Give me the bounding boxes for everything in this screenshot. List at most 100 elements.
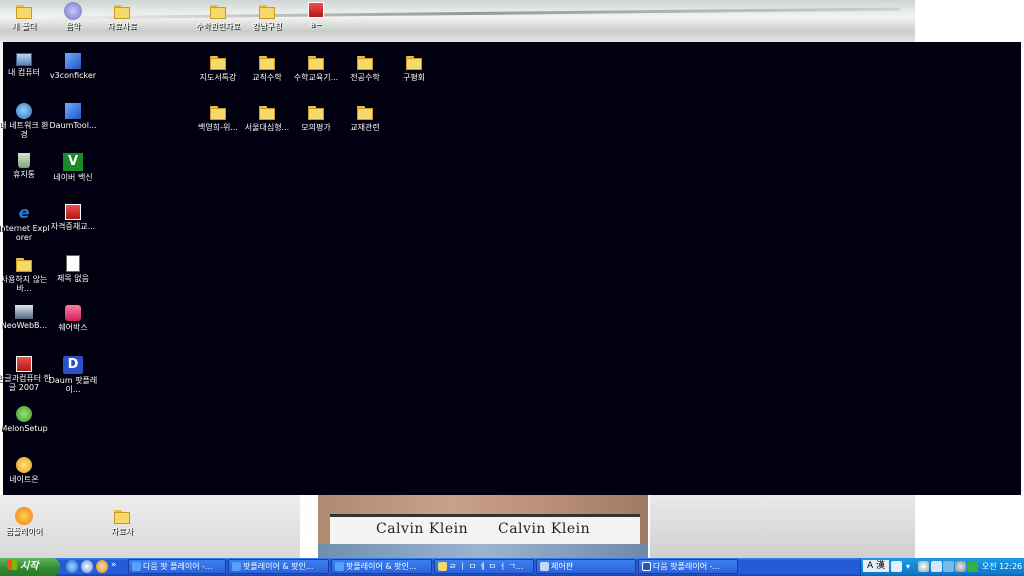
desktop-icon-label: 모의평가	[301, 123, 331, 132]
start-button[interactable]: 시작	[0, 558, 60, 576]
folder-icon	[14, 255, 34, 273]
desktop-icon-label: 지도서특강	[199, 73, 237, 82]
ie-task-icon	[232, 562, 241, 571]
desktop-icon-top-1[interactable]: 음악	[45, 2, 101, 31]
quicklaunch-ie-icon[interactable]	[66, 560, 78, 573]
desktop-folder-4[interactable]: 구평회	[386, 53, 442, 82]
desktop-icon-label: 곰플레이어	[5, 527, 43, 536]
music-icon	[64, 2, 82, 20]
taskbar-task-1[interactable]: 팟플레이어 & 팟인...	[228, 559, 329, 574]
wallpaper-brand-right: Calvin Klein	[498, 521, 591, 537]
desktop-icon-label: 자료사료	[107, 22, 137, 31]
desktop-icon-label: 구평회	[402, 73, 426, 82]
desktop-icon-label: 음악	[65, 22, 81, 31]
clock: 오전 12:26	[981, 562, 1023, 571]
desktop-icon-melonsetup[interactable]: MelonSetup	[0, 406, 52, 433]
desktop-icon-label: 백영희-위...	[198, 123, 238, 132]
desktop-icon-label: 제목 없음	[57, 274, 89, 283]
ime-options-icon[interactable]	[891, 561, 902, 572]
document-icon	[308, 2, 324, 18]
task-label: 팟플레이어 & 팟인...	[243, 562, 314, 571]
taskbar-task-2[interactable]: 팟플레이어 & 팟인...	[331, 559, 432, 574]
desktop-icon-label: Daum 팟플레이...	[48, 376, 98, 394]
black-overlay-window	[3, 42, 1021, 495]
sharebox-icon	[65, 305, 81, 321]
melon-icon	[16, 406, 32, 422]
desktop-folder-1[interactable]: 교직수학	[239, 53, 295, 82]
network-icon	[16, 103, 32, 119]
control-panel-task-icon	[540, 562, 549, 571]
desktop-icon-daum-potplayer[interactable]: D Daum 팟플레이...	[45, 356, 101, 394]
internet-explorer-icon: e	[18, 203, 30, 222]
desktop-icon-label: 서울대심형...	[244, 123, 290, 132]
quicklaunch-app-icon[interactable]	[96, 560, 108, 573]
task-label: 제어판	[551, 562, 574, 571]
taskbar-task-3[interactable]: ㄹ ㅣ ㅁ ㅔ ㅁ ㅓ ㄱ...	[434, 559, 534, 574]
quicklaunch-more-icon[interactable]: »	[111, 560, 119, 573]
taskbar-task-5[interactable]: 다음 팟플레이어 -...	[638, 559, 738, 574]
desktop-icon-daumtool[interactable]: DaumTool...	[45, 103, 101, 130]
wallpaper-brand-left: Calvin Klein	[376, 521, 469, 537]
folder-icon	[208, 53, 228, 71]
computer-icon	[16, 53, 32, 66]
desktop-icon-label: 자격증재교...	[50, 222, 96, 231]
desktop-folder-7[interactable]: 모의평가	[288, 103, 344, 132]
desktop-icon-top-4[interactable]: 강남구청	[239, 2, 295, 31]
windows-logo-icon	[7, 560, 17, 570]
desktop-icon-top-2[interactable]: 자료사료	[94, 2, 150, 31]
desktop-folder-8[interactable]: 교재관련	[337, 103, 393, 132]
folder-icon	[257, 53, 277, 71]
desktop-icon-v3conficker[interactable]: v3conficker	[45, 53, 101, 80]
tray-arrow-icon[interactable]	[918, 561, 929, 572]
desktop-icon-naver-vaccine[interactable]: V 네이버 백신	[45, 153, 101, 182]
tray-app-icon[interactable]	[931, 561, 942, 572]
desktop-icon-top-5[interactable]: a~	[288, 2, 344, 29]
desktop-icon-label: 강남구청	[252, 22, 282, 31]
daum-potplayer-icon: D	[63, 356, 83, 374]
taskbar-task-0[interactable]: 다음 팟 플레이어 -...	[128, 559, 226, 574]
tray-sync-icon[interactable]	[955, 561, 966, 572]
folder-icon	[355, 103, 375, 121]
ime-menu-icon[interactable]: ▾	[906, 561, 917, 572]
folder-icon	[404, 53, 424, 71]
vaccine-app-icon	[65, 53, 81, 69]
monitor-icon	[15, 305, 33, 319]
desktop-icon-nateon[interactable]: 네이트온	[0, 457, 52, 484]
taskbar-task-4[interactable]: 제어판	[536, 559, 636, 574]
red-app-icon	[65, 204, 81, 220]
nateon-icon	[16, 457, 32, 473]
task-label: ㄹ ㅣ ㅁ ㅔ ㅁ ㅓ ㄱ...	[449, 562, 524, 571]
cube-icon	[65, 103, 81, 119]
folder-icon	[355, 53, 375, 71]
desktop-icon-label: DaumTool...	[49, 121, 97, 130]
potplayer-task-icon	[642, 562, 651, 571]
folder-icon	[208, 2, 228, 20]
document-icon	[66, 255, 80, 272]
desktop-folder-2[interactable]: 수학교육기...	[288, 53, 344, 82]
recycle-bin-icon	[18, 153, 30, 168]
ime-indicator[interactable]: A 漢	[863, 560, 889, 572]
folder-icon	[14, 2, 34, 20]
desktop-icon-sharebox[interactable]: 쉐어박스	[45, 305, 101, 332]
desktop-icon-untitled[interactable]: 제목 없음	[45, 255, 101, 283]
desktop-icon-top-3[interactable]: 수학관련자료	[190, 2, 246, 31]
quicklaunch-desktop-icon[interactable]	[81, 560, 93, 573]
desktop-folder-5[interactable]: 백영희-위...	[190, 103, 246, 132]
desktop-folder-3[interactable]: 전공수학	[337, 53, 393, 82]
naver-vaccine-icon: V	[63, 153, 83, 171]
ie-task-icon	[132, 562, 141, 571]
desktop-icon-label: 교직수학	[252, 73, 282, 82]
desktop-folder-6[interactable]: 서울대심형...	[239, 103, 295, 132]
desktop-icon-label: 네이버 백신	[53, 173, 93, 182]
tray-network-icon[interactable]	[943, 561, 954, 572]
folder-icon	[306, 103, 326, 121]
desktop-icon-bottom-folder[interactable]: 자료사	[94, 507, 150, 536]
ie-task-icon	[335, 562, 344, 571]
folder-icon	[257, 103, 277, 121]
start-label: 시작	[20, 561, 39, 572]
desktop-icon-certificate[interactable]: 자격증재교...	[45, 204, 101, 231]
task-label: 팟플레이어 & 팟인...	[346, 562, 417, 571]
desktop-icon-gom-player[interactable]: 곰플레이어	[0, 507, 52, 536]
desktop-folder-0[interactable]: 지도서특강	[190, 53, 246, 82]
tray-vaccine-icon[interactable]	[967, 561, 978, 572]
